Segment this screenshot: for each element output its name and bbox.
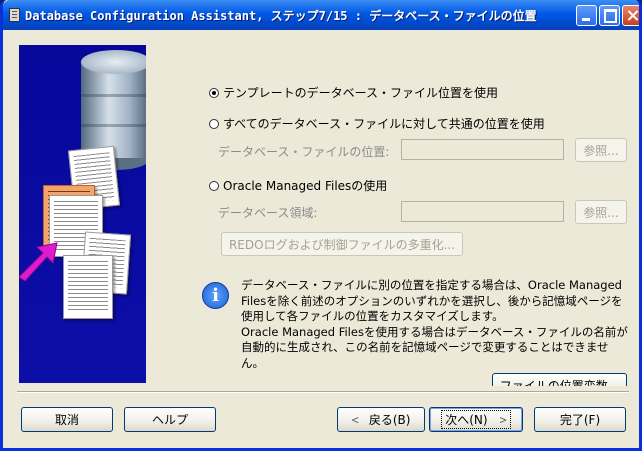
info-icon: i bbox=[202, 282, 229, 309]
arrow-icon bbox=[19, 242, 58, 282]
wizard-window: Database Configuration Assistant, ステップ7/… bbox=[0, 0, 642, 451]
radio-template-label: テンプレートのデータベース・ファイル位置を使用 bbox=[223, 86, 499, 100]
radio-common-location[interactable]: すべてのデータベース・ファイルに対して共通の位置を使用 bbox=[209, 115, 545, 132]
database-area-label: データベース領域: bbox=[218, 206, 318, 220]
common-browse-label: 参照... bbox=[583, 143, 619, 158]
file-location-variables-label: ファイルの位置変数... bbox=[499, 378, 620, 387]
help-button[interactable]: ヘルプ bbox=[124, 407, 216, 432]
info-paragraph: データベース・ファイルに別の位置を指定する場合は、Oracle Managed … bbox=[241, 278, 623, 323]
radio-oracle-managed-files[interactable]: Oracle Managed Filesの使用 bbox=[209, 177, 387, 194]
finish-button[interactable]: 完了(F) bbox=[534, 407, 626, 432]
radio-indicator[interactable] bbox=[209, 87, 219, 98]
file-location-variables-button[interactable]: ファイルの位置変数... bbox=[492, 373, 627, 386]
radio-omf-label: Oracle Managed Filesの使用 bbox=[223, 179, 388, 193]
next-button[interactable]: 次へ(N) bbox=[429, 407, 523, 432]
common-location-input[interactable] bbox=[401, 139, 564, 160]
cancel-button[interactable]: 取消 bbox=[21, 407, 113, 432]
app-icon bbox=[9, 8, 20, 22]
document-icon bbox=[63, 255, 113, 319]
common-location-label: データベース・ファイルの位置: bbox=[218, 145, 390, 159]
info-paragraph: Oracle Managed Filesを使用する場合はデータベース・ファイルの… bbox=[241, 324, 628, 370]
wizard-illustration bbox=[19, 45, 146, 383]
maximize-button[interactable] bbox=[599, 5, 620, 26]
title-bar[interactable]: Database Configuration Assistant, ステップ7/… bbox=[3, 0, 639, 30]
multiplex-redo-button[interactable]: REDOログおよび制御ファイルの多重化... bbox=[221, 232, 463, 256]
back-label: 戻る(B) bbox=[352, 411, 411, 428]
radio-template-location[interactable]: テンプレートのデータベース・ファイル位置を使用 bbox=[209, 84, 498, 101]
next-label: 次へ(N) bbox=[441, 410, 511, 429]
back-button[interactable]: 戻る(B) bbox=[337, 407, 425, 432]
database-area-browse-button[interactable]: 参照... bbox=[575, 200, 627, 224]
radio-common-label: すべてのデータベース・ファイルに対して共通の位置を使用 bbox=[223, 117, 545, 131]
info-message: データベース・ファイルに別の位置を指定する場合は、Oracle Managed … bbox=[241, 278, 631, 371]
database-area-browse-label: 参照... bbox=[583, 205, 619, 220]
common-browse-button[interactable]: 参照... bbox=[575, 138, 627, 162]
radio-indicator[interactable] bbox=[209, 118, 219, 129]
database-area-input[interactable] bbox=[401, 201, 564, 222]
cancel-label: 取消 bbox=[54, 413, 79, 427]
close-button[interactable] bbox=[622, 5, 639, 26]
help-label: ヘルプ bbox=[151, 413, 188, 427]
multiplex-redo-label: REDOログおよび制御ファイルの多重化... bbox=[228, 237, 456, 252]
finish-label: 完了(F) bbox=[559, 413, 601, 427]
footer-divider bbox=[17, 391, 629, 393]
radio-indicator[interactable] bbox=[209, 180, 219, 191]
window-title: Database Configuration Assistant, ステップ7/… bbox=[25, 9, 537, 23]
minimize-button[interactable] bbox=[576, 5, 597, 26]
